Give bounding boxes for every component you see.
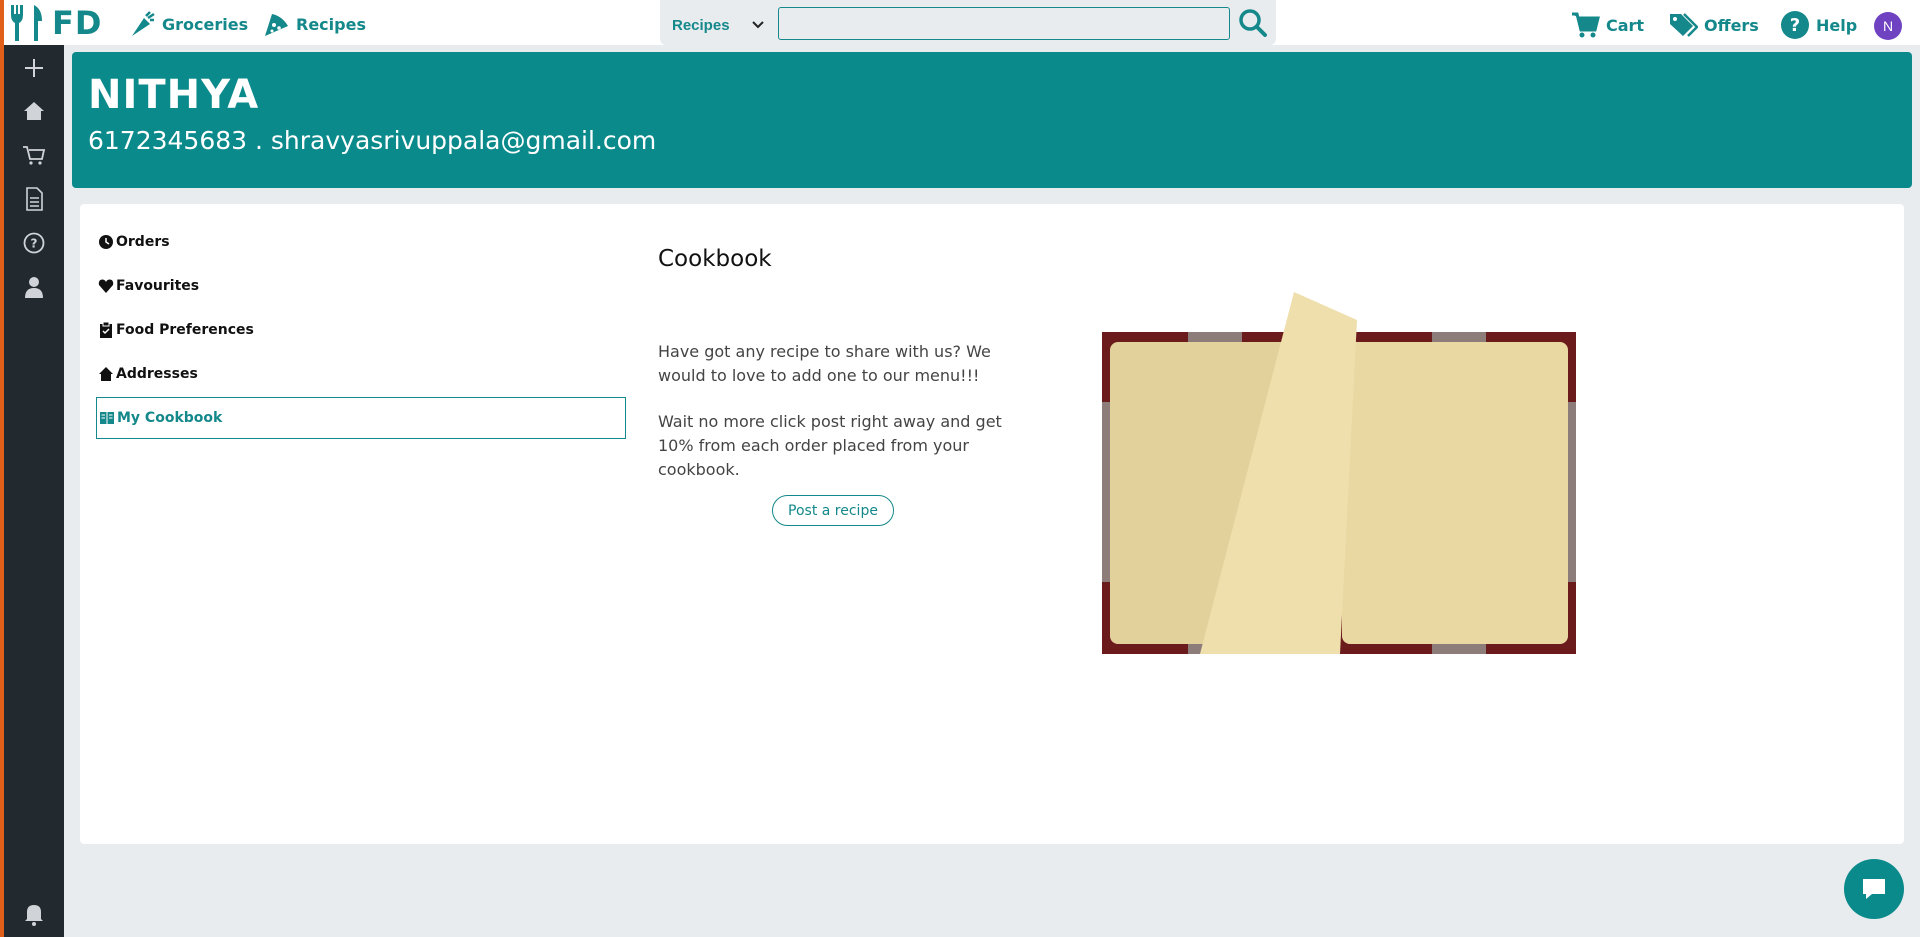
bell-icon[interactable] bbox=[21, 901, 47, 927]
menu-addresses[interactable]: Addresses bbox=[96, 353, 626, 395]
svg-text:?: ? bbox=[31, 237, 38, 251]
chat-icon bbox=[1863, 879, 1885, 899]
user-icon[interactable] bbox=[21, 274, 47, 300]
nav-cart-label: Cart bbox=[1606, 15, 1645, 35]
help-icon: ? bbox=[1781, 11, 1809, 39]
home-icon bbox=[99, 367, 113, 381]
nav-cart[interactable]: Cart bbox=[1570, 10, 1644, 40]
search-icon[interactable] bbox=[1238, 8, 1268, 38]
menu-favourites[interactable]: Favourites bbox=[96, 265, 626, 307]
nav-groceries-label: Groceries bbox=[162, 14, 249, 34]
top-bar: FD Groceries Recipes Recipes Cart Offers… bbox=[4, 0, 1920, 45]
menu-food-preferences[interactable]: Food Preferences bbox=[96, 309, 626, 351]
menu-my-cookbook[interactable]: My Cookbook bbox=[96, 397, 626, 439]
cart-icon[interactable] bbox=[21, 142, 47, 168]
fork-knife-icon bbox=[11, 5, 42, 41]
profile-header: NITHYA 6172345683 . shravyasrivuppala@gm… bbox=[72, 52, 1912, 188]
nav-help[interactable]: ? Help bbox=[1780, 10, 1857, 40]
help-circle-icon[interactable]: ? bbox=[21, 230, 47, 256]
clock-icon bbox=[99, 235, 113, 249]
search-bar: Recipes bbox=[660, 0, 1276, 45]
plus-icon[interactable] bbox=[21, 55, 47, 81]
profile-contact: 6172345683 . shravyasrivuppala@gmail.com bbox=[88, 126, 657, 155]
profile-name: NITHYA bbox=[88, 72, 260, 118]
home-icon[interactable] bbox=[21, 98, 47, 124]
cookbook-paragraph-2: Wait no more click post right away and g… bbox=[658, 412, 1002, 479]
chat-button[interactable] bbox=[1844, 859, 1904, 919]
tags-icon bbox=[1670, 13, 1698, 37]
document-icon[interactable] bbox=[21, 186, 47, 212]
heart-icon bbox=[98, 279, 114, 293]
menu-favourites-label: Favourites bbox=[116, 278, 200, 294]
logo[interactable]: FD bbox=[8, 4, 102, 42]
cookbook-title: Cookbook bbox=[658, 246, 772, 272]
menu-my-cookbook-label: My Cookbook bbox=[117, 410, 223, 426]
avatar[interactable]: N bbox=[1874, 12, 1902, 40]
nav-groceries[interactable]: Groceries bbox=[128, 10, 248, 38]
menu-addresses-label: Addresses bbox=[116, 366, 198, 382]
menu-food-preferences-label: Food Preferences bbox=[116, 322, 254, 338]
menu-orders[interactable]: Orders bbox=[96, 221, 626, 263]
chevron-down-icon bbox=[752, 21, 764, 29]
sidebar: ? bbox=[4, 45, 64, 937]
nav-offers-label: Offers bbox=[1704, 15, 1759, 35]
nav-help-label: Help bbox=[1816, 15, 1858, 35]
content-card: Orders Favourites Food Preferences Addre… bbox=[80, 204, 1904, 844]
svg-text:?: ? bbox=[1790, 15, 1800, 36]
nav-recipes[interactable]: Recipes bbox=[262, 10, 366, 38]
logo-text: FD bbox=[52, 4, 103, 42]
book-icon bbox=[100, 412, 114, 424]
cart-icon bbox=[1572, 12, 1600, 38]
menu-orders-label: Orders bbox=[116, 234, 170, 250]
post-recipe-button[interactable]: Post a recipe bbox=[772, 495, 894, 526]
carrot-icon bbox=[132, 11, 155, 36]
open-book-illustration bbox=[1102, 292, 1576, 654]
clipboard-icon bbox=[100, 321, 112, 338]
search-category-label: Recipes bbox=[672, 16, 730, 34]
search-input[interactable] bbox=[778, 7, 1230, 40]
nav-recipes-label: Recipes bbox=[296, 14, 366, 34]
cookbook-paragraph-1: Have got any recipe to share with us? We… bbox=[658, 342, 991, 385]
nav-offers[interactable]: Offers bbox=[1668, 10, 1759, 40]
pizza-icon bbox=[265, 14, 288, 36]
search-category-select[interactable]: Recipes bbox=[664, 8, 770, 42]
